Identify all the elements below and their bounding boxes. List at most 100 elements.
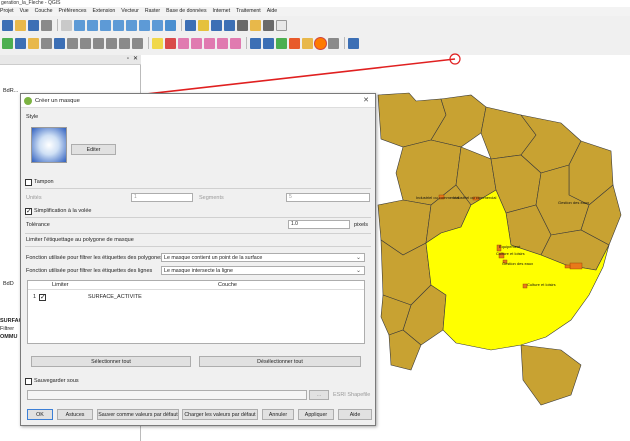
plugin-g-icon[interactable]: [348, 37, 359, 49]
sum-icon[interactable]: [250, 19, 261, 31]
annotation-icon[interactable]: [276, 19, 287, 31]
polygon-filter-label: Fonction utilisée pour filtrer les étiqu…: [26, 255, 163, 261]
unit-label: Unités: [26, 195, 42, 201]
zoom-next-icon[interactable]: [152, 19, 163, 31]
tips-button[interactable]: Astuces: [57, 409, 93, 420]
load-defaults-button[interactable]: Charger les valeurs par défaut: [182, 409, 258, 420]
create-mask-dialog: Créer un masque ✕ Style Editer Tampon Un…: [20, 93, 376, 426]
save-as-icon[interactable]: [41, 19, 52, 31]
select-icon[interactable]: [198, 19, 209, 31]
save-defaults-button[interactable]: Sauver comme valeurs par défaut: [97, 409, 179, 420]
measure-icon[interactable]: [263, 19, 274, 31]
plugin-d-icon[interactable]: [289, 37, 300, 49]
menu-item-9[interactable]: Traitement: [236, 8, 261, 14]
plugin-e-icon[interactable]: [302, 37, 313, 49]
move-feature-icon[interactable]: [67, 37, 78, 49]
dialog-close-icon[interactable]: ✕: [363, 94, 369, 108]
apply-button[interactable]: Appliquer: [298, 409, 334, 420]
plugin-b-icon[interactable]: [263, 37, 274, 49]
zoom-full-icon[interactable]: [100, 19, 111, 31]
zoom-last-icon[interactable]: [139, 19, 150, 31]
header-limit[interactable]: Limiter: [52, 282, 69, 288]
pan-icon[interactable]: [61, 19, 72, 31]
digitize-icon[interactable]: [2, 37, 13, 49]
save-project-icon[interactable]: [28, 19, 39, 31]
layers-panel-header: ▫ ✕: [0, 55, 141, 65]
help-button[interactable]: Aide: [338, 409, 372, 420]
plugin-f-icon[interactable]: [328, 37, 339, 49]
layer-fragment-1[interactable]: BdR...: [3, 88, 18, 94]
style-preview[interactable]: [31, 127, 67, 163]
menu-item-6[interactable]: Raster: [145, 8, 160, 14]
tolerance-input[interactable]: 1.0: [288, 220, 350, 229]
layer-table: Limiter Couche 1 SURFACE_ACTIVITE: [27, 280, 365, 344]
menu-item-3[interactable]: Préférences: [59, 8, 87, 14]
deselect-all-button[interactable]: Désélectionner tout: [199, 356, 361, 367]
ok-button[interactable]: OK: [27, 409, 53, 420]
label-change-icon[interactable]: [217, 37, 228, 49]
cut-icon[interactable]: [93, 37, 104, 49]
menu-item-10[interactable]: Aide: [267, 8, 277, 14]
deselect-icon[interactable]: [211, 19, 222, 31]
undo-icon[interactable]: [132, 37, 143, 49]
line-filter-value: Le masque intersecte la ligne: [164, 268, 233, 274]
mask-plugin-icon[interactable]: [315, 37, 326, 49]
refresh-icon[interactable]: [165, 19, 176, 31]
label-icon[interactable]: [152, 37, 163, 49]
zoom-out-icon[interactable]: [87, 19, 98, 31]
save-under-checkbox[interactable]: [25, 378, 32, 385]
save-edits-icon[interactable]: [41, 37, 52, 49]
menu-item-5[interactable]: Vecteur: [121, 8, 139, 14]
polygon-filter-select[interactable]: Le masque contient un point de la surfac…: [161, 253, 365, 262]
float-icon[interactable]: ▫: [127, 56, 129, 62]
plugin-c-icon[interactable]: [276, 37, 287, 49]
zoom-selection-icon[interactable]: [113, 19, 124, 31]
window-title: geration_la_Fleche - QGIS: [0, 0, 630, 7]
copy-icon[interactable]: [106, 37, 117, 49]
cancel-button[interactable]: Annuler: [262, 409, 294, 420]
save-path-input[interactable]: [27, 390, 307, 400]
label-rotate-icon[interactable]: [204, 37, 215, 49]
menu-item-0[interactable]: Projet: [0, 8, 14, 14]
format-label: ESRI Shapefile: [333, 392, 371, 398]
segments-input[interactable]: 5: [286, 193, 370, 202]
node-tool-icon[interactable]: [15, 37, 26, 49]
map-label-2: Industriel ou commercial: [453, 195, 496, 200]
identify-icon[interactable]: [185, 19, 196, 31]
menu-item-1[interactable]: Vue: [20, 8, 29, 14]
label-pin-icon[interactable]: [165, 37, 176, 49]
layer-fragment-2[interactable]: BdD: [3, 281, 14, 287]
buffer-checkbox[interactable]: [25, 179, 32, 186]
attribute-table-icon[interactable]: [224, 19, 235, 31]
row-limit-checkbox[interactable]: [39, 293, 46, 301]
menu-item-7[interactable]: Base de données: [166, 8, 206, 14]
delete-icon[interactable]: [80, 37, 91, 49]
table-row[interactable]: 1 SURFACE_ACTIVITE: [28, 293, 364, 302]
menu-item-2[interactable]: Couche: [35, 8, 53, 14]
add-feature-icon[interactable]: [54, 37, 65, 49]
label-move-icon[interactable]: [191, 37, 202, 49]
label-abc-icon[interactable]: [230, 37, 241, 49]
label-show-icon[interactable]: [178, 37, 189, 49]
panel-close-icon[interactable]: ✕: [133, 55, 138, 62]
pencil-icon[interactable]: [28, 37, 39, 49]
zoom-layer-icon[interactable]: [126, 19, 137, 31]
edit-style-button[interactable]: Editer: [71, 144, 116, 155]
open-project-icon[interactable]: [15, 19, 26, 31]
zoom-in-icon[interactable]: [74, 19, 85, 31]
paste-icon[interactable]: [119, 37, 130, 49]
browse-button[interactable]: ...: [309, 390, 329, 400]
menu-item-8[interactable]: Internet: [213, 8, 231, 14]
new-project-icon[interactable]: [2, 19, 13, 31]
line-filter-select[interactable]: Le masque intersecte la ligne ⌄: [161, 266, 365, 275]
menu-item-4[interactable]: Extension: [92, 8, 115, 14]
save-under-label: Sauvegarder sous: [34, 378, 79, 384]
header-layer[interactable]: Couche: [218, 282, 237, 288]
plugin-a-icon[interactable]: [250, 37, 261, 49]
unit-input[interactable]: 1: [131, 193, 193, 202]
map-label-3: Gestion des eaux: [558, 200, 589, 205]
calculator-icon[interactable]: [237, 19, 248, 31]
simplify-checkbox[interactable]: [25, 207, 32, 215]
layer-fragment-4[interactable]: Filtrer: [0, 326, 14, 332]
select-all-button[interactable]: Sélectionner tout: [31, 356, 191, 367]
